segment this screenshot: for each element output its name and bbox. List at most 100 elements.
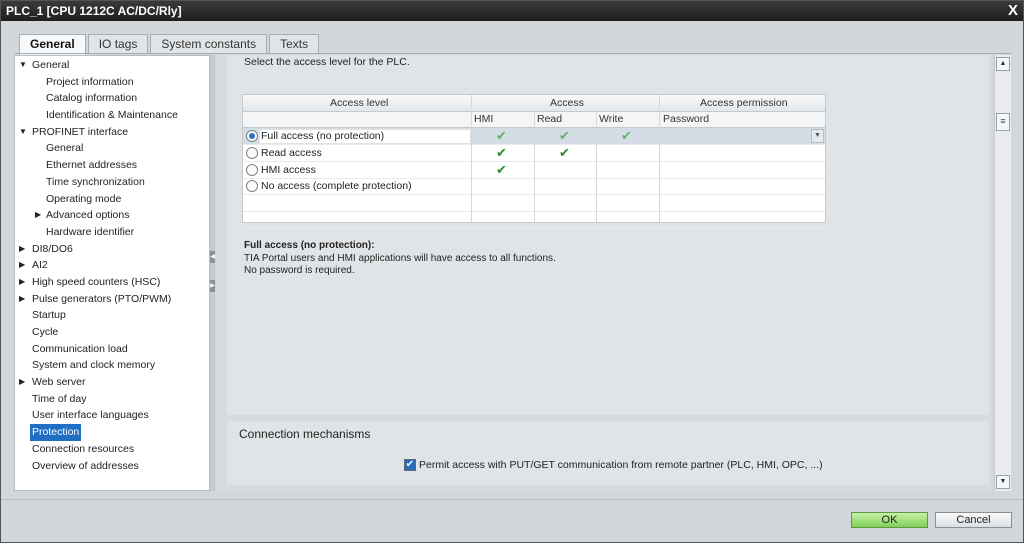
access-level-table: Access level Access Access permission HM… <box>242 94 826 229</box>
check-icon: ✔ <box>496 128 507 143</box>
check-icon: ✔ <box>496 144 507 160</box>
access-level-label[interactable]: Full access (no protection) <box>261 128 384 144</box>
tree-item-label: Overview of addresses <box>32 459 139 472</box>
check-icon: ✔ <box>559 128 570 143</box>
tree-item[interactable]: ▼ PROFINET interface <box>15 124 209 141</box>
tree-item[interactable]: General <box>15 140 209 157</box>
access-level-label[interactable]: Read access <box>261 145 322 161</box>
tree-item[interactable]: Hardware identifier <box>15 224 209 241</box>
tree-item[interactable]: Communication load <box>15 341 209 358</box>
tree-item[interactable]: Startup <box>15 307 209 324</box>
header-read: Read <box>537 113 563 125</box>
tree-item[interactable]: Protection <box>15 424 209 441</box>
table-group-header: Access level Access Access permission <box>243 95 825 112</box>
putget-checkbox[interactable]: ✔ <box>404 459 416 471</box>
tab-general[interactable]: General <box>19 34 86 55</box>
tree-item[interactable]: System and clock memory <box>15 357 209 374</box>
tree-item[interactable]: Catalog information <box>15 90 209 107</box>
tree-item-label: System and clock memory <box>32 359 156 372</box>
collapsed-arrow-icon[interactable]: ▶ <box>35 207 41 224</box>
tree-item-label: Pulse generators (PTO/PWM) <box>32 292 172 305</box>
tree-item[interactable]: Ethernet addresses <box>15 157 209 174</box>
tree-item[interactable]: Time of day <box>15 391 209 408</box>
access-level-radio[interactable] <box>246 163 258 176</box>
tree-item[interactable]: ▶ AI2 <box>15 257 209 274</box>
tree-item[interactable]: ▶ High speed counters (HSC) <box>15 274 209 291</box>
tree-item-label: General <box>32 59 70 71</box>
instruction-text: Select the access level for the PLC. <box>244 56 410 68</box>
tree-item-label: Catalog information <box>46 92 138 105</box>
tree-item[interactable]: ▶ Pulse generators (PTO/PWM) <box>15 291 209 308</box>
title-bar: PLC_1 [CPU 1212C AC/DC/Rly] X <box>1 1 1023 21</box>
tab-io-tags[interactable]: IO tags <box>87 34 149 54</box>
tree-item-label: Operating mode <box>46 192 122 205</box>
tree-item[interactable]: ▶ Web server <box>15 374 209 391</box>
dialog-window: PLC_1 [CPU 1212C AC/DC/Rly] X General IO… <box>0 0 1024 543</box>
access-level-label[interactable]: No access (complete protection) <box>261 178 412 194</box>
tree-item-label: General <box>46 142 84 155</box>
check-icon: ✔ <box>621 128 632 143</box>
collapsed-arrow-icon[interactable]: ▶ <box>19 257 25 274</box>
column-divider <box>596 112 597 222</box>
tree-item[interactable]: Time synchronization <box>15 174 209 191</box>
expanded-arrow-icon[interactable]: ▼ <box>19 57 27 74</box>
ok-button[interactable]: OK <box>851 512 928 528</box>
header-password: Password <box>663 113 710 125</box>
tab-divider <box>15 53 1011 54</box>
tree-item[interactable]: ▶ Advanced options <box>15 207 209 224</box>
collapsed-arrow-icon[interactable]: ▶ <box>19 291 25 308</box>
tree-item-label: PROFINET interface <box>32 125 129 138</box>
header-access: Access <box>550 97 584 109</box>
tree-item[interactable]: Identification & Maintenance <box>15 107 209 124</box>
expand-right-icon[interactable]: ▶ <box>210 280 215 292</box>
window-title: PLC_1 [CPU 1212C AC/DC/Rly] <box>6 4 182 18</box>
tree-item[interactable]: Operating mode <box>15 191 209 208</box>
tree-item[interactable]: Overview of addresses <box>15 458 209 475</box>
collapsed-arrow-icon[interactable]: ▶ <box>19 241 25 258</box>
tree-item-label: High speed counters (HSC) <box>32 275 161 288</box>
collapsed-arrow-icon[interactable]: ▶ <box>19 374 25 391</box>
tree-item-label: Connection resources <box>32 442 135 455</box>
tree-item-label: Time of day <box>32 392 87 405</box>
tree-item-label: Web server <box>32 376 86 389</box>
tree-item[interactable]: ▶ DI8/DO6 <box>15 241 209 258</box>
access-level-radio[interactable] <box>246 130 258 142</box>
tree-item[interactable]: Cycle <box>15 324 209 341</box>
tab-system-constants[interactable]: System constants <box>150 34 268 54</box>
expanded-arrow-icon[interactable]: ▼ <box>19 124 27 141</box>
header-hmi: HMI <box>474 113 494 125</box>
tree-item[interactable]: User interface languages <box>15 407 209 424</box>
description-line: No password is required. <box>244 265 355 276</box>
tree-item-label: Advanced options <box>46 209 130 222</box>
access-level-label[interactable]: HMI access <box>261 162 316 178</box>
tree-item-label: Hardware identifier <box>46 225 135 238</box>
check-icon: ✔ <box>496 161 507 177</box>
footer-divider <box>1 499 1023 500</box>
scroll-down-icon[interactable]: ▼ <box>996 475 1010 489</box>
tab-bar: General IO tags System constants Texts <box>19 34 320 55</box>
column-divider <box>471 95 472 222</box>
password-dropdown-icon[interactable]: ▼ <box>811 129 824 143</box>
collapse-left-icon[interactable]: ◀ <box>210 251 215 263</box>
tree-item-label: Protection <box>30 424 82 441</box>
scroll-thumb[interactable]: ≡ <box>996 113 1010 131</box>
header-access-permission: Access permission <box>700 97 788 109</box>
close-icon[interactable]: X <box>1005 3 1021 19</box>
header-write: Write <box>599 113 624 125</box>
check-icon: ✔ <box>559 144 570 160</box>
description-title: Full access (no protection): <box>244 240 375 251</box>
collapsed-arrow-icon[interactable]: ▶ <box>19 274 25 291</box>
column-divider <box>659 95 660 222</box>
tree-item[interactable]: Project information <box>15 74 209 91</box>
access-level-radio[interactable] <box>246 180 258 193</box>
tree-item[interactable]: Connection resources <box>15 441 209 458</box>
tree-item[interactable]: ▼ General <box>15 57 209 74</box>
pane-splitter[interactable] <box>210 55 215 491</box>
scroll-up-icon[interactable]: ▲ <box>996 57 1010 71</box>
tab-texts[interactable]: Texts <box>269 34 320 54</box>
cancel-button[interactable]: Cancel <box>935 512 1012 528</box>
access-level-radio[interactable] <box>246 146 258 159</box>
putget-label[interactable]: Permit access with PUT/GET communication… <box>419 459 823 471</box>
vertical-scrollbar[interactable]: ▲ ≡ ▼ <box>994 55 1011 491</box>
tree-item-label: Identification & Maintenance <box>46 109 178 122</box>
